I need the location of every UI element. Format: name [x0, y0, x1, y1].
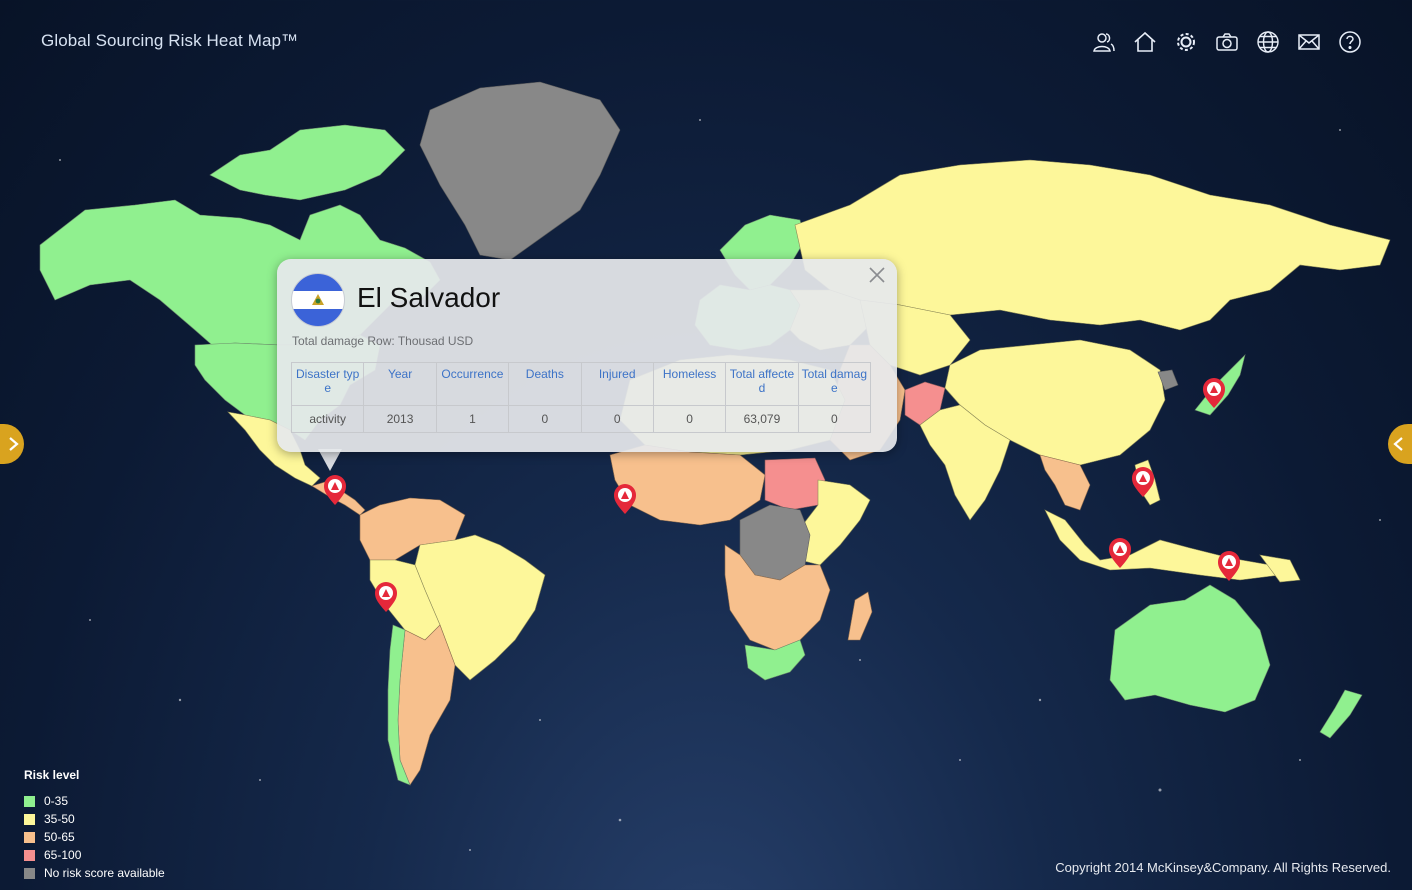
legend-item: 50-65 [24, 828, 165, 846]
disaster-table: Disaster type Year Occurrence Deaths Inj… [290, 362, 872, 433]
country-name: El Salvador [357, 282, 501, 313]
chevron-right-icon [9, 437, 19, 451]
table-cell: 0 [580, 405, 654, 433]
close-icon[interactable] [867, 265, 887, 285]
table-cell: 0 [797, 405, 872, 433]
legend-label: 65-100 [44, 848, 82, 862]
legend-item: 35-50 [24, 810, 165, 828]
risk-legend: Risk level 0-35 35-50 50-65 65-100 No ri… [24, 768, 165, 882]
column-header: Total affected [725, 362, 799, 406]
flag-seal-icon [312, 294, 324, 305]
table-cell: 0 [652, 405, 727, 433]
chevron-left-icon [1393, 437, 1403, 451]
country-argentina[interactable] [397, 624, 456, 786]
disaster-marker-sierra-leone[interactable] [614, 484, 636, 514]
users-icon[interactable] [1089, 29, 1118, 55]
country-sudan[interactable] [764, 457, 826, 511]
country-madagascar[interactable] [847, 591, 873, 641]
legend-swatch [24, 795, 35, 807]
table-cell: 0 [508, 405, 582, 433]
globe-icon[interactable] [1253, 29, 1282, 55]
app-title: Global Sourcing Risk Heat Map™ [41, 31, 299, 50]
legend-item: 65-100 [24, 846, 165, 864]
column-header: Total damage [797, 362, 872, 406]
table-cell: 2013 [363, 405, 437, 433]
table-cell: 1 [435, 405, 510, 433]
country-info-popup: El Salvador Total damage Row: Thousad US… [277, 259, 897, 452]
column-header: Injured [580, 362, 654, 406]
legend-label: 50-65 [44, 830, 75, 844]
table-row: activity 2013 1 0 0 0 63,079 0 [290, 405, 872, 433]
column-header: Deaths [508, 362, 582, 406]
legend-swatch [24, 831, 35, 843]
column-header: Disaster type [290, 362, 365, 406]
table-cell: activity [290, 405, 365, 433]
legend-label: 0-35 [44, 794, 69, 808]
country-greenland[interactable] [419, 81, 621, 261]
column-header: Homeless [652, 362, 727, 406]
settings-gear-icon[interactable] [1171, 29, 1200, 55]
legend-swatch [24, 813, 35, 825]
mail-icon[interactable] [1294, 29, 1323, 55]
damage-unit-note: Total damage Row: Thousad USD [292, 334, 474, 348]
home-icon[interactable] [1130, 29, 1159, 55]
country-australia[interactable] [1109, 584, 1271, 713]
column-header: Occurrence [435, 362, 510, 406]
table-header-row: Disaster type Year Occurrence Deaths Inj… [290, 362, 872, 406]
popup-pointer [318, 449, 342, 471]
country-canada-arctic-islands[interactable] [209, 124, 406, 201]
column-header: Year [363, 362, 437, 406]
legend-label: 35-50 [44, 812, 75, 826]
country-flag [291, 273, 345, 327]
country-new-zealand[interactable] [1319, 689, 1363, 739]
country-indonesia[interactable] [1044, 509, 1281, 581]
country-west-africa[interactable] [609, 444, 766, 526]
legend-swatch [24, 867, 35, 879]
legend-title: Risk level [24, 768, 80, 782]
legend-label: No risk score available [44, 866, 165, 880]
legend-item: No risk score available [24, 864, 165, 882]
camera-icon[interactable] [1212, 29, 1241, 55]
toolbar [1089, 29, 1364, 55]
copyright-notice: Copyright 2014 McKinsey&Company. All Rig… [1055, 860, 1391, 875]
help-icon[interactable] [1335, 29, 1364, 55]
legend-item: 0-35 [24, 792, 165, 810]
table-cell: 63,079 [725, 405, 799, 433]
legend-swatch [24, 849, 35, 861]
